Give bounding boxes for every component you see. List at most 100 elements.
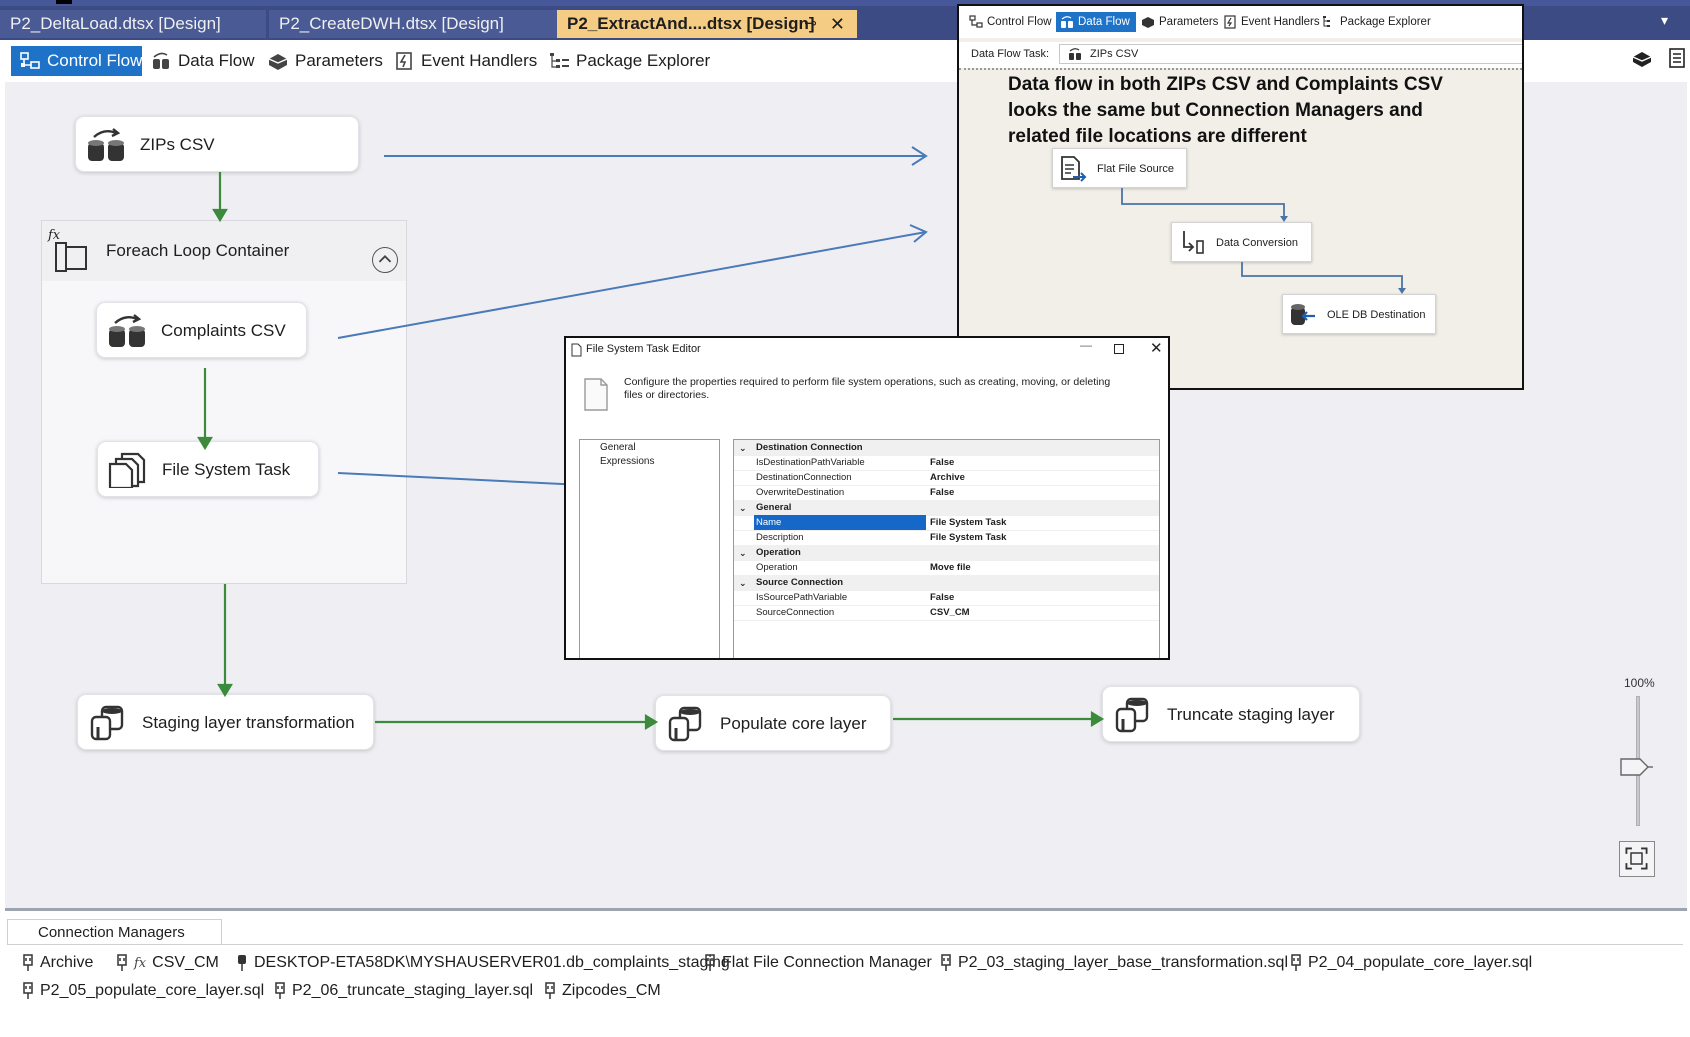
connection-plug-icon bbox=[941, 954, 951, 971]
task-label: Staging layer transformation bbox=[142, 713, 355, 732]
close-icon[interactable]: ✕ bbox=[830, 10, 845, 38]
data-path[interactable] bbox=[1121, 188, 1285, 216]
expression-fx-icon: fx bbox=[134, 956, 147, 971]
foreach-loop-container[interactable]: fx Foreach Loop Container bbox=[41, 220, 407, 584]
pin-icon[interactable]: ⊸ bbox=[804, 10, 817, 38]
task-label: Populate core layer bbox=[720, 714, 867, 733]
connection-manager-item[interactable]: P2_05_populate_core_layer.sql bbox=[22, 980, 264, 1002]
task-file-system[interactable]: File System Task bbox=[97, 441, 319, 497]
tab-deltaload[interactable]: P2_DeltaLoad.dtsx [Design] bbox=[0, 10, 266, 38]
connection-manager-item[interactable]: DESKTOP-ETA58DK\MYSHAUSERVER01.db_compla… bbox=[236, 952, 730, 974]
connection-manager-item[interactable]: fx CSV_CM bbox=[116, 952, 219, 974]
property-row[interactable]: Name File System Task bbox=[734, 515, 1159, 531]
nav-item-expressions[interactable]: Expressions bbox=[600, 456, 654, 467]
tab-label: Parameters bbox=[295, 51, 383, 70]
tab-label: Control Flow bbox=[47, 51, 143, 70]
parameters-icon[interactable] bbox=[1632, 50, 1652, 68]
property-category[interactable]: ⌄ Destination Connection bbox=[734, 440, 1159, 456]
property-value[interactable]: Move file bbox=[930, 560, 971, 576]
chevron-down-icon[interactable]: ⌄ bbox=[739, 545, 747, 561]
task-label: File System Task bbox=[162, 460, 291, 479]
chevron-down-icon[interactable]: ⌄ bbox=[739, 575, 747, 591]
property-row[interactable]: IsDestinationPathVariable False bbox=[734, 455, 1159, 471]
tab-control-flow[interactable]: Control Flow bbox=[11, 46, 142, 76]
connection-manager-item[interactable]: Flat File Connection Manager bbox=[704, 952, 932, 974]
container-label: Foreach Loop Container bbox=[106, 241, 290, 260]
execute-sql-task-icon bbox=[90, 705, 124, 741]
tab-label: Connection Managers bbox=[38, 924, 185, 941]
connection-manager-label: P2_06_truncate_staging_layer.sql bbox=[292, 982, 534, 999]
task-staging-layer[interactable]: Staging layer transformation bbox=[77, 694, 374, 750]
control-flow-icon bbox=[20, 52, 40, 69]
minimize-button[interactable]: — bbox=[1080, 338, 1092, 352]
property-category[interactable]: ⌄ Operation bbox=[734, 545, 1159, 561]
property-row[interactable]: SourceConnection CSV_CM bbox=[734, 605, 1159, 621]
property-row[interactable]: DestinationConnection Archive bbox=[734, 470, 1159, 486]
property-value[interactable]: File System Task bbox=[930, 530, 1006, 546]
property-value[interactable]: False bbox=[930, 590, 954, 606]
property-name: Description bbox=[756, 532, 804, 543]
property-value[interactable]: False bbox=[930, 485, 954, 501]
dialog-description: Configure the properties required to per… bbox=[624, 376, 1111, 401]
property-value[interactable]: File System Task bbox=[930, 515, 1006, 531]
zoom-level-label: 100% bbox=[1624, 676, 1655, 690]
close-button[interactable]: ✕ bbox=[1150, 339, 1163, 357]
connection-plug-icon bbox=[117, 954, 127, 971]
tab-parameters[interactable]: Parameters bbox=[259, 46, 384, 76]
tab-event-handlers[interactable]: Event Handlers bbox=[385, 46, 538, 76]
property-value[interactable]: Archive bbox=[930, 470, 965, 486]
connection-manager-item[interactable]: P2_03_staging_layer_base_transformation.… bbox=[940, 952, 1288, 974]
property-value[interactable]: CSV_CM bbox=[930, 605, 970, 621]
chevron-down-icon[interactable]: ⌄ bbox=[739, 440, 747, 456]
data-path-arrowhead bbox=[1280, 216, 1288, 222]
connection-manager-item[interactable]: P2_04_populate_core_layer.sql bbox=[1290, 952, 1532, 974]
nav-item-general[interactable]: General bbox=[600, 442, 636, 453]
connection-manager-item[interactable]: Archive bbox=[22, 952, 93, 974]
property-name: DestinationConnection bbox=[756, 472, 852, 483]
task-label: Complaints CSV bbox=[161, 321, 286, 340]
category-label: Source Connection bbox=[756, 577, 844, 588]
connection-manager-label: Flat File Connection Manager bbox=[722, 954, 932, 971]
corner-mark bbox=[56, 0, 72, 4]
tab-package-explorer[interactable]: Package Explorer bbox=[540, 46, 710, 76]
tab-createdwh[interactable]: P2_CreateDWH.dtsx [Design] bbox=[269, 10, 557, 38]
property-category[interactable]: ⌄ Source Connection bbox=[734, 575, 1159, 591]
property-grid: ⌄ Destination Connection IsDestinationPat… bbox=[733, 439, 1160, 658]
tab-list-dropdown-icon[interactable]: ▾ bbox=[1661, 12, 1668, 29]
tab-label: P2_ExtractAnd....dtsx [Design] bbox=[567, 14, 815, 33]
canvas-divider bbox=[5, 908, 1687, 911]
maximize-button[interactable] bbox=[1114, 344, 1124, 354]
property-row[interactable]: Description File System Task bbox=[734, 530, 1159, 546]
tab-connection-managers[interactable]: Connection Managers bbox=[7, 919, 222, 945]
property-row[interactable]: IsSourcePathVariable False bbox=[734, 590, 1159, 606]
property-row[interactable]: OverwriteDestination False bbox=[734, 485, 1159, 501]
file-system-task-icon bbox=[108, 452, 146, 488]
task-complaints-csv[interactable]: Complaints CSV bbox=[96, 302, 307, 358]
property-name: OverwriteDestination bbox=[756, 487, 845, 498]
category-label: Destination Connection bbox=[756, 442, 863, 453]
connection-manager-item[interactable]: P2_06_truncate_staging_layer.sql bbox=[274, 980, 533, 1002]
connection-plug-icon bbox=[23, 954, 33, 971]
connection-manager-item[interactable]: Zipcodes_CM bbox=[544, 980, 661, 1002]
data-path[interactable] bbox=[1241, 262, 1403, 288]
task-populate-core[interactable]: Populate core layer bbox=[655, 695, 891, 751]
tab-data-flow[interactable]: Data Flow bbox=[142, 46, 255, 76]
task-label: ZIPs CSV bbox=[140, 135, 215, 154]
variables-icon[interactable] bbox=[1668, 46, 1688, 70]
property-row[interactable]: Operation Move file bbox=[734, 560, 1159, 576]
chevron-down-icon[interactable]: ⌄ bbox=[739, 500, 747, 516]
tab-label: Event Handlers bbox=[421, 51, 538, 70]
task-zips-csv[interactable]: ZIPs CSV bbox=[75, 116, 359, 172]
collapse-icon[interactable] bbox=[372, 247, 398, 273]
execute-sql-task-icon bbox=[668, 706, 702, 742]
data-path-layer bbox=[1121, 188, 1406, 294]
tab-extractand[interactable]: P2_ExtractAnd....dtsx [Design] ⊸ ✕ bbox=[557, 10, 857, 38]
task-truncate-staging[interactable]: Truncate staging layer bbox=[1102, 686, 1360, 742]
property-category[interactable]: ⌄ General bbox=[734, 500, 1159, 516]
package-explorer-icon bbox=[550, 53, 569, 68]
zoom-to-fit-button[interactable] bbox=[1619, 841, 1655, 877]
property-name: Name bbox=[754, 515, 926, 530]
zoom-slider-thumb[interactable] bbox=[1620, 758, 1654, 776]
property-value[interactable]: False bbox=[930, 455, 954, 471]
connection-plug-icon bbox=[705, 954, 715, 971]
